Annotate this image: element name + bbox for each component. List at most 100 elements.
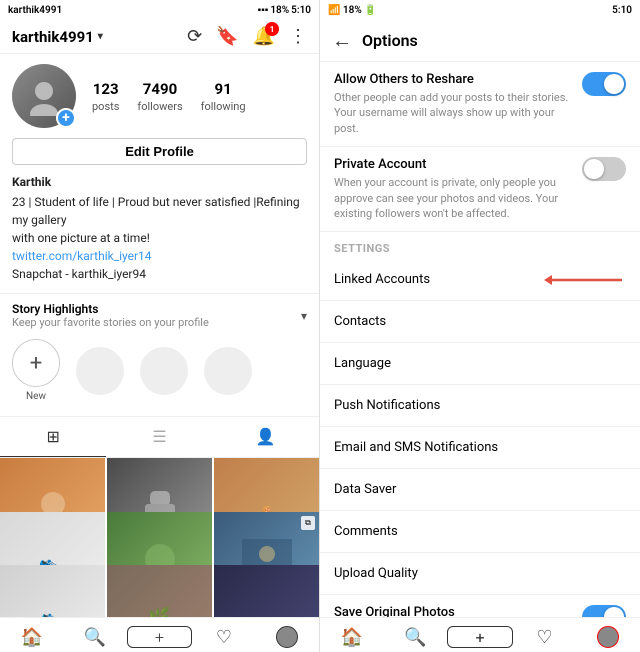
options-title: Options: [362, 31, 418, 50]
left-battery: 18%: [270, 5, 289, 16]
bio-line1: 23 | Student of life | Proud but never s…: [12, 193, 307, 229]
tab-list[interactable]: ☰: [106, 417, 212, 457]
upload-quality-label: Upload Quality: [334, 566, 418, 581]
post-grid: 🍕 👟: [0, 458, 319, 617]
push-notifications-label: Push Notifications: [334, 398, 440, 413]
more-icon[interactable]: ⋮: [289, 26, 307, 47]
right-status-icons: 📶 18% 🔋: [328, 5, 377, 16]
username-chevron-icon: ▾: [98, 31, 103, 42]
email-sms-item[interactable]: Email and SMS Notifications: [320, 427, 640, 469]
avatar-add-icon[interactable]: +: [56, 108, 76, 128]
options-header: ← Options: [320, 20, 640, 62]
stats: 123 posts 7490 followers 91 following: [92, 80, 246, 113]
post-cell-7[interactable]: 👟: [0, 565, 105, 617]
post-tabs: ⊞ ☰ 👤: [0, 417, 319, 458]
story-highlights-title: Story Highlights: [12, 302, 209, 316]
tab-tagged[interactable]: 👤: [213, 417, 319, 457]
save-original-knob: [604, 607, 624, 617]
left-status-right: ▪▪▪ 18% 5:10: [258, 5, 311, 16]
stat-following-label: following: [201, 100, 246, 113]
story-new-label: New: [26, 391, 46, 402]
back-button[interactable]: ←: [332, 28, 352, 53]
story-circle-1[interactable]: [76, 347, 124, 395]
ig-username-text: karthik4991: [12, 28, 94, 46]
story-circle-img-1: [76, 347, 124, 395]
profile-top: + 123 posts 7490 followers 91 following: [12, 64, 307, 128]
bio-name: Karthik: [12, 173, 307, 191]
data-saver-item[interactable]: Data Saver: [320, 469, 640, 511]
post-cell-9[interactable]: [214, 565, 319, 617]
nav-home[interactable]: 🏠: [0, 626, 63, 648]
nav-profile-avatar: [276, 626, 298, 648]
nav-likes[interactable]: ♡: [192, 626, 255, 648]
push-notifications-item[interactable]: Push Notifications: [320, 385, 640, 427]
story-highlights-subtitle: Keep your favorite stories on your profi…: [12, 316, 209, 329]
story-highlights-header: Story Highlights Keep your favorite stor…: [12, 302, 307, 329]
left-time: 5:10: [291, 5, 311, 16]
notification-icon[interactable]: 🔔 1: [253, 26, 275, 47]
nav-add[interactable]: +: [127, 626, 192, 648]
right-nav-home[interactable]: 🏠: [320, 626, 384, 648]
upload-quality-item[interactable]: Upload Quality: [320, 553, 640, 595]
bio-line2: with one picture at a time!: [12, 229, 307, 247]
contacts-label: Contacts: [334, 314, 386, 329]
linked-accounts-item[interactable]: Linked Accounts: [320, 259, 640, 301]
nav-profile[interactable]: [256, 626, 319, 648]
bio-twitter[interactable]: twitter.com/karthik_iyer14: [12, 247, 307, 265]
right-status-time: 5:10: [612, 5, 632, 16]
right-panel: 📶 18% 🔋 5:10 ← Options Allow Others to R…: [320, 0, 640, 652]
left-panel: karthik4991 ▪▪▪ 18% 5:10 karthik4991 ▾ ⟳…: [0, 0, 320, 652]
options-content: Allow Others to Reshare Other people can…: [320, 62, 640, 617]
comments-label: Comments: [334, 524, 398, 539]
story-circle-new[interactable]: + New: [12, 339, 60, 402]
story-circle-3[interactable]: [204, 347, 252, 395]
stat-following-value: 91: [214, 80, 231, 98]
profile-section: + 123 posts 7490 followers 91 following: [0, 54, 319, 293]
stat-following: 91 following: [201, 80, 246, 113]
notification-badge: 1: [265, 22, 279, 36]
right-bottom-nav: 🏠 🔍 + ♡: [320, 617, 640, 652]
stat-followers: 7490 followers: [137, 80, 182, 113]
story-new-button[interactable]: +: [12, 339, 60, 387]
save-original-toggle[interactable]: [582, 605, 626, 617]
private-account-toggle[interactable]: [582, 157, 626, 181]
right-nav-search[interactable]: 🔍: [384, 626, 448, 648]
story-circle-img-3: [204, 347, 252, 395]
save-original-row: Save Original Photos: [320, 595, 640, 617]
left-status-username: karthik4991: [8, 5, 62, 16]
language-item[interactable]: Language: [320, 343, 640, 385]
language-label: Language: [334, 356, 391, 371]
contacts-item[interactable]: Contacts: [320, 301, 640, 343]
allow-reshare-desc: Other people can add your posts to their…: [334, 90, 572, 136]
avatar-wrap: +: [12, 64, 76, 128]
save-original-label: Save Original Photos: [334, 605, 455, 617]
right-nav-profile[interactable]: [576, 626, 640, 648]
nav-search[interactable]: 🔍: [63, 626, 126, 648]
tab-grid[interactable]: ⊞: [0, 417, 106, 457]
story-circle-img-2: [140, 347, 188, 395]
ig-username-container[interactable]: karthik4991 ▾: [12, 28, 103, 46]
private-account-row: Private Account When your account is pri…: [320, 147, 640, 232]
right-nav-add[interactable]: +: [447, 626, 513, 648]
story-circles: + New: [12, 333, 307, 408]
right-nav-likes[interactable]: ♡: [513, 626, 577, 648]
bio-snapchat: Snapchat - karthik_iyer94: [12, 265, 307, 283]
story-highlights-chevron-icon[interactable]: ▾: [301, 309, 307, 323]
edit-profile-button[interactable]: Edit Profile: [12, 138, 307, 165]
settings-section-label: SETTINGS: [320, 232, 640, 259]
ig-header-icons: ⟳ 🔖 🔔 1 ⋮: [187, 26, 307, 47]
stat-followers-label: followers: [137, 100, 182, 113]
bio: Karthik 23 | Student of life | Proud but…: [12, 173, 307, 283]
linked-accounts-label: Linked Accounts: [334, 272, 430, 287]
allow-reshare-label: Allow Others to Reshare: [334, 72, 572, 87]
history-icon[interactable]: ⟳: [187, 26, 202, 47]
allow-reshare-toggle[interactable]: [582, 72, 626, 96]
post-cell-8[interactable]: 🌿: [107, 565, 212, 617]
story-highlights-left: Story Highlights Keep your favorite stor…: [12, 302, 209, 329]
data-saver-label: Data Saver: [334, 482, 396, 497]
bookmark-icon[interactable]: 🔖: [216, 26, 238, 47]
private-account-text: Private Account When your account is pri…: [334, 157, 582, 221]
left-signal-icon: ▪▪▪: [258, 5, 269, 16]
story-circle-2[interactable]: [140, 347, 188, 395]
comments-item[interactable]: Comments: [320, 511, 640, 553]
